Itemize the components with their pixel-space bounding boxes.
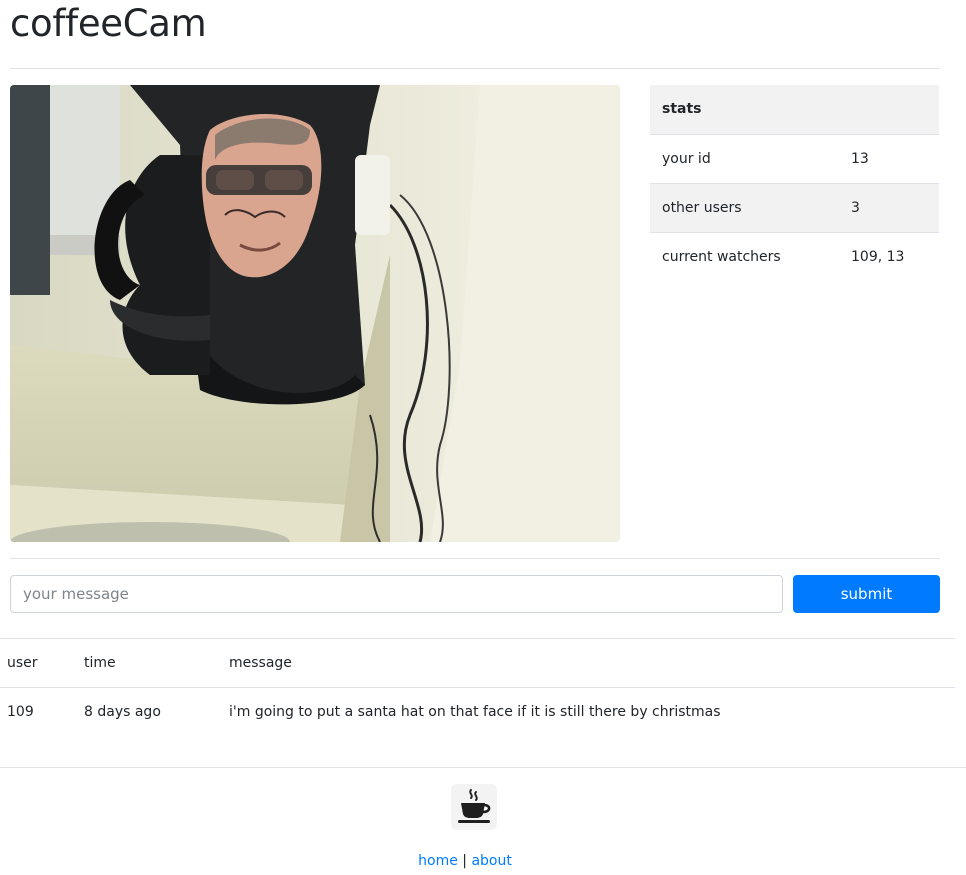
stats-row: current watchers 109, 13 xyxy=(650,231,939,281)
stats-row: your id 13 xyxy=(650,133,939,183)
message-time: 8 days ago xyxy=(84,704,161,721)
content-divider xyxy=(10,558,940,559)
header-divider xyxy=(10,68,940,69)
column-header-time: time xyxy=(77,638,222,688)
stats-label: other users xyxy=(650,182,839,232)
message-input[interactable] xyxy=(10,575,783,613)
stats-heading: stats xyxy=(662,101,702,118)
footer-separator: | xyxy=(462,853,467,869)
about-link[interactable]: about xyxy=(471,853,511,869)
home-link[interactable]: home xyxy=(418,853,458,869)
webcam-image xyxy=(10,85,620,542)
stats-table: stats your id 13 other users 3 current w… xyxy=(650,85,939,281)
footer-divider xyxy=(0,767,966,768)
stats-row: other users 3 xyxy=(650,182,939,232)
message-user: 109 xyxy=(7,704,34,721)
page-title: coffeeCam xyxy=(10,2,207,45)
column-header-user: user xyxy=(0,638,77,688)
stats-value: 109, 13 xyxy=(839,231,939,281)
column-header-message: message xyxy=(222,638,955,688)
stats-label: current watchers xyxy=(650,231,839,281)
stats-value: 3 xyxy=(839,182,939,232)
submit-button[interactable]: submit xyxy=(793,575,940,613)
stats-value: 13 xyxy=(839,133,939,183)
message-text: i'm going to put a santa hat on that fac… xyxy=(229,704,721,721)
table-row: 109 8 days ago i'm going to put a santa … xyxy=(0,688,955,737)
messages-table: user time message 109 8 days ago i'm goi… xyxy=(0,638,955,737)
stats-label: your id xyxy=(650,133,839,183)
coffee-cup-icon xyxy=(451,784,497,830)
messages-header: user time message xyxy=(0,638,955,688)
footer-nav: home | about xyxy=(0,853,930,869)
